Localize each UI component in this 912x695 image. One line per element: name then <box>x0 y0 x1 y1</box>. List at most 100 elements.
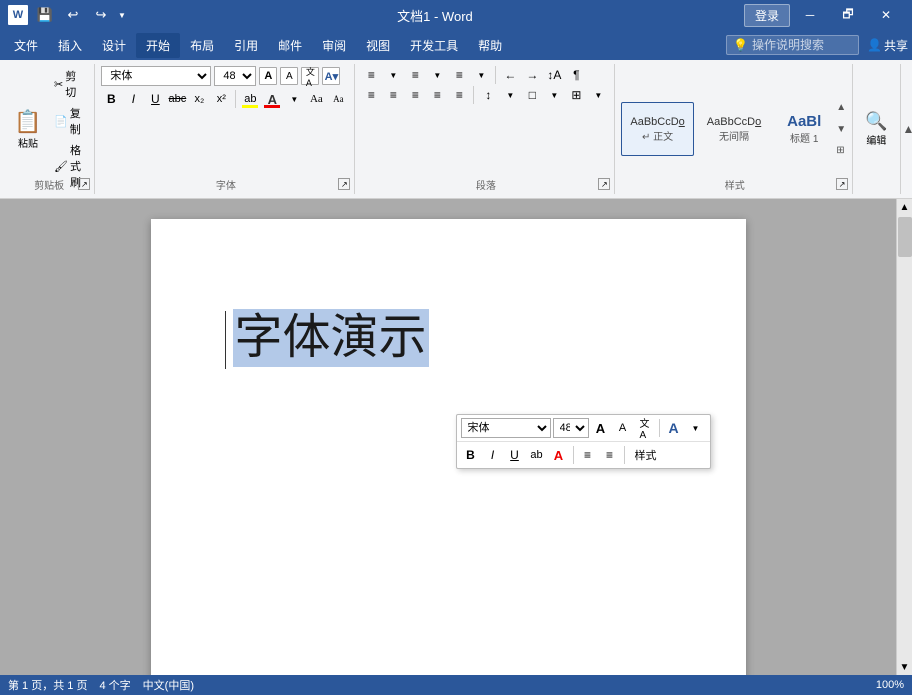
menu-mail[interactable]: 邮件 <box>268 33 312 58</box>
scroll-up-arrow[interactable]: ▲ <box>897 199 912 215</box>
justify-dist-button[interactable]: ≡ <box>449 86 469 104</box>
text-effects-button[interactable]: A▾ <box>322 67 340 85</box>
numbered-button[interactable]: ≡ <box>405 66 425 84</box>
login-button[interactable]: 登录 <box>744 4 790 27</box>
menu-references[interactable]: 引用 <box>224 33 268 58</box>
increase-indent-button[interactable]: → <box>522 66 542 84</box>
font-family-select[interactable]: 宋体 <box>101 66 211 86</box>
subscript-button[interactable]: x₂ <box>189 90 209 108</box>
mt-highlight-button[interactable]: ab <box>527 445 547 465</box>
multilevel-dropdown[interactable]: ▼ <box>471 66 491 84</box>
shade-button[interactable]: □ <box>522 86 542 104</box>
justify-button[interactable]: ≡ <box>427 86 447 104</box>
mt-bold-button[interactable]: B <box>461 445 481 465</box>
ribbon-collapse-button[interactable]: ▲ <box>903 64 912 194</box>
font-expander[interactable]: ↗ <box>338 178 350 190</box>
style-normal[interactable]: AaBbCcDo ↵ 正文 <box>621 102 693 156</box>
mt-styles-button[interactable]: 样式 <box>629 445 663 465</box>
share-button[interactable]: 👤 共享 <box>867 37 908 54</box>
align-left-button[interactable]: ≡ <box>361 86 381 104</box>
menu-design[interactable]: 设计 <box>92 33 136 58</box>
align-right-button[interactable]: ≡ <box>405 86 425 104</box>
close-button[interactable]: ✕ <box>868 0 904 30</box>
bullets-button[interactable]: ≡ <box>361 66 381 84</box>
multilevel-button[interactable]: ≡ <box>449 66 469 84</box>
cut-button[interactable]: ✂ 剪切 <box>50 66 88 102</box>
quick-access-dropdown[interactable]: ▼ <box>118 11 126 20</box>
selected-text[interactable]: 字体演示 <box>233 309 429 367</box>
font-size-aa1[interactable]: Aa <box>306 90 326 108</box>
minimize-button[interactable]: ─ <box>792 0 828 30</box>
menu-developer[interactable]: 开发工具 <box>400 33 468 58</box>
mt-grow-button[interactable]: A <box>591 418 611 438</box>
restore-button[interactable]: 🗗 <box>830 0 866 30</box>
font-size-select[interactable]: 48 <box>214 66 256 86</box>
styles-expander[interactable]: ↗ <box>836 178 848 190</box>
bold-button[interactable]: B <box>101 90 121 108</box>
mt-font-select[interactable]: 宋体 <box>461 418 551 438</box>
copy-button[interactable]: 📄 复制 <box>50 103 88 139</box>
vertical-scrollbar[interactable]: ▲ ▼ <box>896 199 912 675</box>
borders-dropdown[interactable]: ▼ <box>588 86 608 104</box>
style-normal-preview: AaBbCcDo <box>630 116 684 128</box>
menu-file[interactable]: 文件 <box>4 33 48 58</box>
mt-underline-button[interactable]: U <box>505 445 525 465</box>
highlight-button[interactable]: ab <box>240 90 260 108</box>
styles-scroll-down[interactable]: ▼ <box>836 124 846 135</box>
style-heading1-preview: AaBl <box>787 113 821 130</box>
mt-shrink-button[interactable]: A <box>613 418 633 438</box>
line-spacing-button[interactable]: ↕ <box>478 86 498 104</box>
decrease-indent-button[interactable]: ← <box>500 66 520 84</box>
font-color-dropdown[interactable]: ▼ <box>284 90 304 108</box>
style-no-spacing[interactable]: AaBbCcDo 无间隔 <box>698 102 770 156</box>
mt-wen-button[interactable]: 文A <box>635 418 655 438</box>
menu-review[interactable]: 审阅 <box>312 33 356 58</box>
find-button[interactable]: 🔍 编辑 <box>859 107 893 151</box>
marks-button[interactable]: ¶ <box>566 66 586 84</box>
menu-help[interactable]: 帮助 <box>468 33 512 58</box>
search-box: 💡 <box>726 35 859 55</box>
mt-size-select[interactable]: 48 <box>553 418 589 438</box>
word-icon: W <box>8 5 28 25</box>
menu-insert[interactable]: 插入 <box>48 33 92 58</box>
menu-layout[interactable]: 布局 <box>180 33 224 58</box>
document-page[interactable]: 宋体 48 A A 文A A ▼ B I U <box>151 219 746 675</box>
mt-effects-button[interactable]: A <box>664 418 684 438</box>
paragraph-expander[interactable]: ↗ <box>598 178 610 190</box>
mt-effects-dropdown[interactable]: ▼ <box>686 418 706 438</box>
menu-view[interactable]: 视图 <box>356 33 400 58</box>
style-heading1[interactable]: AaBl 标题 1 <box>774 102 834 156</box>
clipboard-expander[interactable]: ↗ <box>78 178 90 190</box>
line-spacing-dropdown[interactable]: ▼ <box>500 86 520 104</box>
mt-bullets-button[interactable]: ≡ <box>578 445 598 465</box>
borders-button[interactable]: ⊞ <box>566 86 586 104</box>
save-button[interactable]: 💾 <box>34 4 56 26</box>
mt-italic-button[interactable]: I <box>483 445 503 465</box>
styles-expand[interactable]: ⊞ <box>836 145 846 156</box>
shade-dropdown[interactable]: ▼ <box>544 86 564 104</box>
document-scroll[interactable]: 宋体 48 A A 文A A ▼ B I U <box>0 199 896 675</box>
underline-button[interactable]: U <box>145 90 165 108</box>
mt-font-color-button[interactable]: A <box>549 445 569 465</box>
superscript-button[interactable]: x² <box>211 90 231 108</box>
strikethrough-button[interactable]: abc <box>167 90 187 108</box>
font-grow-button[interactable]: A <box>259 67 277 85</box>
bullets-dropdown[interactable]: ▼ <box>383 66 403 84</box>
undo-button[interactable]: ↩ <box>62 4 84 26</box>
font-color-button[interactable]: A <box>262 90 282 108</box>
font-size-aa2[interactable]: Aa <box>328 90 348 108</box>
mt-numbered-button[interactable]: ≡ <box>600 445 620 465</box>
styles-scroll-up[interactable]: ▲ <box>836 102 846 113</box>
clear-format-button[interactable]: 文A <box>301 67 319 85</box>
redo-button[interactable]: ↪ <box>90 4 112 26</box>
font-shrink-button[interactable]: A <box>280 67 298 85</box>
align-center-button[interactable]: ≡ <box>383 86 403 104</box>
italic-button[interactable]: I <box>123 90 143 108</box>
sort-button[interactable]: ↕A <box>544 66 564 84</box>
scroll-thumb[interactable] <box>898 217 912 257</box>
paste-button[interactable]: 📋 粘贴 <box>8 66 48 192</box>
search-input[interactable] <box>752 38 852 52</box>
scroll-down-arrow[interactable]: ▼ <box>897 659 912 675</box>
menu-home[interactable]: 开始 <box>136 33 180 58</box>
numbered-dropdown[interactable]: ▼ <box>427 66 447 84</box>
